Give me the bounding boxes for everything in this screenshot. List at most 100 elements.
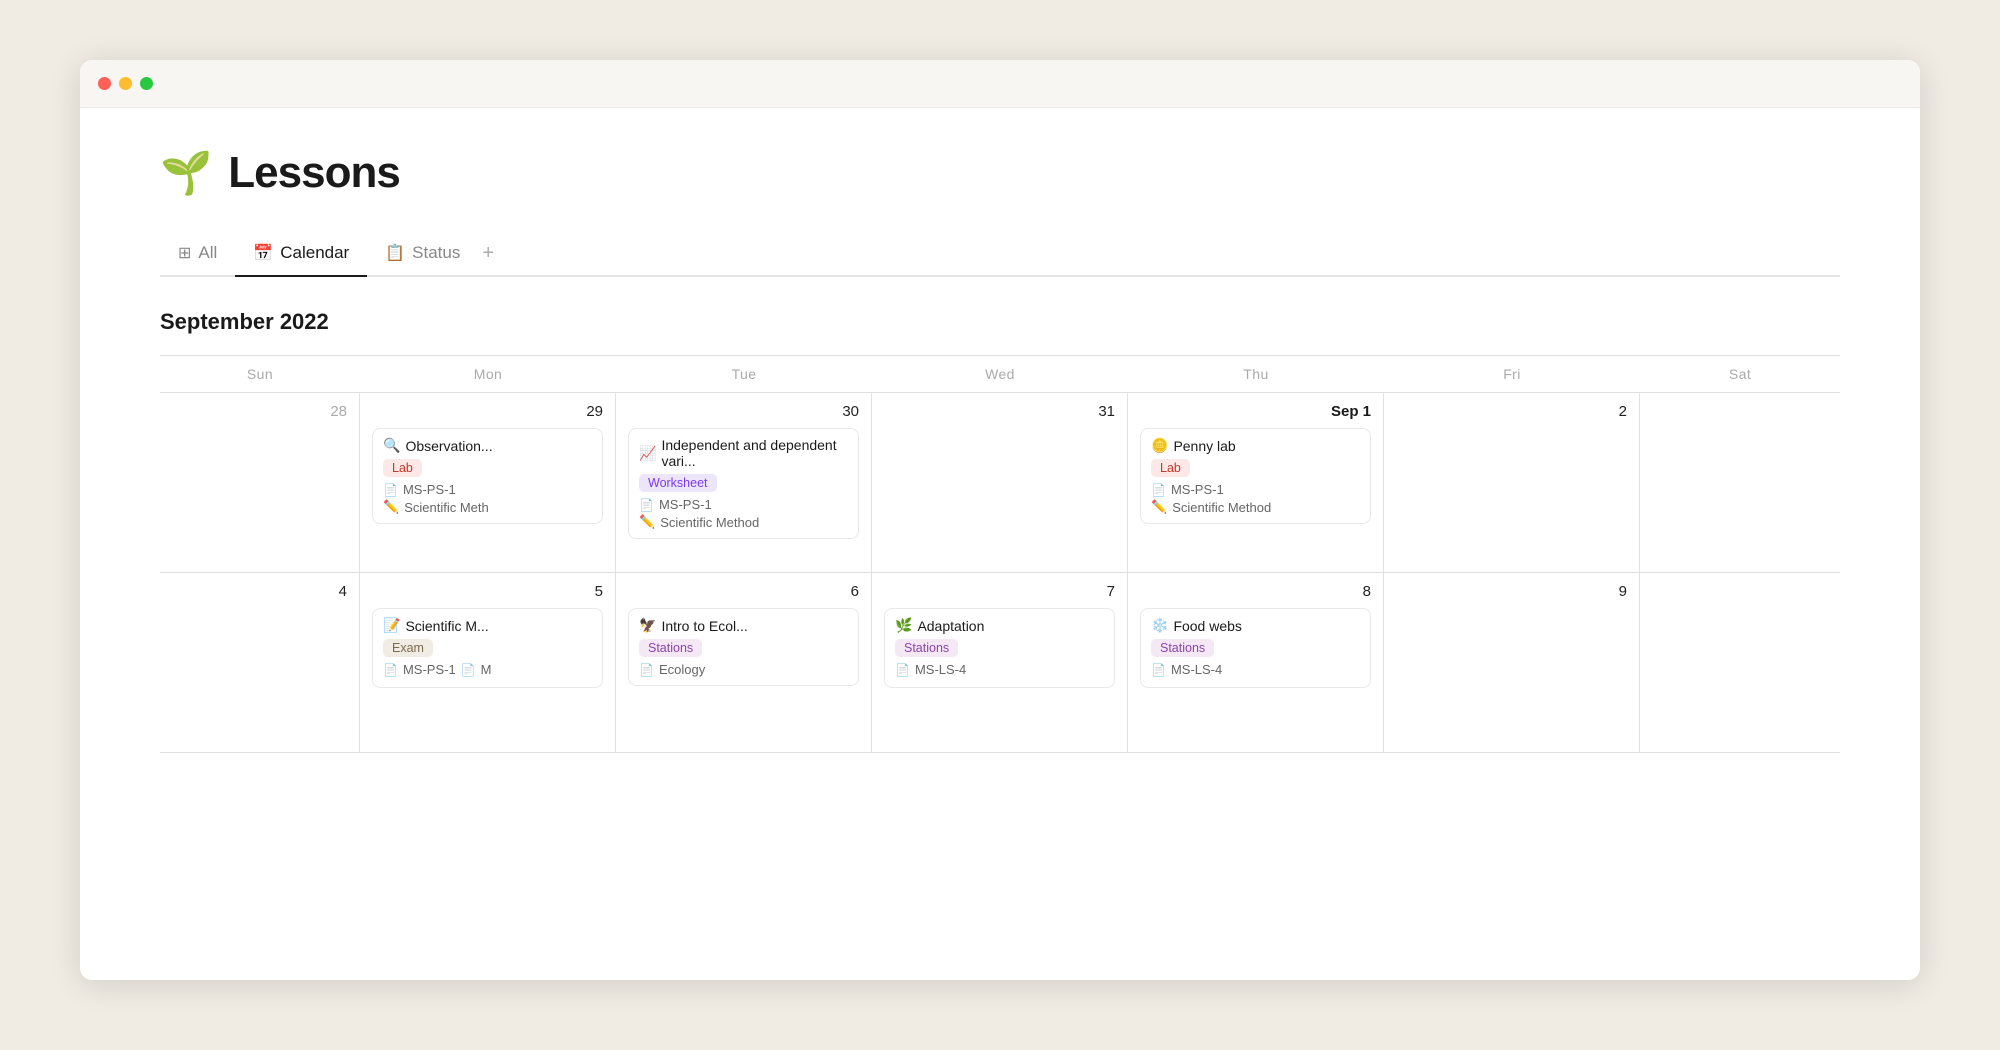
adaptation-standard-text: MS-LS-4: [915, 662, 966, 677]
scientific-method-standards: 📄 MS-PS-1 📄 M: [383, 662, 592, 677]
minimize-button[interactable]: [119, 77, 132, 90]
cell-aug30[interactable]: 30 📈 Independent and dependent vari... W…: [616, 393, 872, 572]
pencil-icon-penny: ✏️: [1151, 499, 1167, 515]
date-sep5: 5: [372, 583, 603, 600]
observation-badge: Lab: [383, 459, 422, 477]
independent-standard-text: MS-PS-1: [659, 497, 712, 512]
cell-sep5[interactable]: 5 📝 Scientific M... Exam 📄 MS-PS-1 📄: [360, 573, 616, 752]
status-icon: 📋: [385, 243, 405, 263]
doc-icon-penny: 📄: [1151, 483, 1166, 497]
pennylab-standard: 📄 MS-PS-1: [1151, 482, 1360, 497]
cell-sep8[interactable]: 8 ❄️ Food webs Stations 📄 MS-LS-4: [1128, 573, 1384, 752]
intro-ecology-unit-text: Ecology: [659, 662, 705, 677]
intro-ecology-title-text: Intro to Ecol...: [661, 618, 747, 634]
tab-status-label: Status: [412, 243, 460, 263]
calendar-icon: 📅: [253, 243, 273, 263]
date-sep7: 7: [884, 583, 1115, 600]
cell-aug31[interactable]: 31: [872, 393, 1128, 572]
pencil-icon-obs: ✏️: [383, 499, 399, 515]
pennylab-emoji: 🪙: [1151, 437, 1168, 454]
event-independent[interactable]: 📈 Independent and dependent vari... Work…: [628, 428, 859, 539]
intro-ecology-emoji: 🦅: [639, 617, 656, 634]
cell-aug29[interactable]: 29 🔍 Observation... Lab 📄 MS-PS-1: [360, 393, 616, 572]
all-icon: ⊞: [178, 243, 191, 263]
pencil-icon-ind: ✏️: [639, 514, 655, 530]
day-header-thu: Thu: [1128, 356, 1384, 392]
adaptation-emoji: 🌿: [895, 617, 912, 634]
intro-ecology-unit: 📄 Ecology: [639, 662, 848, 677]
calendar-grid: Sun Mon Tue Wed Thu Fri Sat 28 29: [160, 355, 1840, 753]
independent-unit: ✏️ Scientific Method: [639, 514, 848, 530]
event-observation-title: 🔍 Observation...: [383, 437, 592, 454]
event-adaptation[interactable]: 🌿 Adaptation Stations 📄 MS-LS-4: [884, 608, 1115, 688]
month-title: September 2022: [160, 309, 1840, 335]
tab-all[interactable]: ⊞ All: [160, 235, 235, 277]
day-header-tue: Tue: [616, 356, 872, 392]
date-sep8: 8: [1140, 583, 1371, 600]
cell-sep4[interactable]: 4: [160, 573, 360, 752]
cell-aug28[interactable]: 28: [160, 393, 360, 572]
tab-calendar[interactable]: 📅 Calendar: [235, 235, 367, 277]
observation-standard: 📄 MS-PS-1: [383, 482, 592, 497]
titlebar: [80, 60, 1920, 108]
event-scientific-method-title: 📝 Scientific M...: [383, 617, 592, 634]
app-header: 🌱 Lessons: [160, 148, 1840, 198]
pennylab-title-text: Penny lab: [1173, 438, 1235, 454]
doc-icon-adapt: 📄: [895, 663, 910, 677]
doc-icon-ie: 📄: [639, 663, 654, 677]
event-observation[interactable]: 🔍 Observation... Lab 📄 MS-PS-1 ✏️ Sc: [372, 428, 603, 524]
day-header-mon: Mon: [360, 356, 616, 392]
food-webs-standard-text: MS-LS-4: [1171, 662, 1222, 677]
tab-bar: ⊞ All 📅 Calendar 📋 Status +: [160, 234, 1840, 277]
date-sep4: 4: [172, 583, 347, 600]
scientific-method-badge: Exam: [383, 639, 433, 657]
cell-sep9[interactable]: 9: [1384, 573, 1640, 752]
cell-sat-row1[interactable]: [1640, 393, 1840, 572]
date-aug31: 31: [884, 403, 1115, 420]
independent-standard: 📄 MS-PS-1: [639, 497, 848, 512]
pennylab-badge: Lab: [1151, 459, 1190, 477]
tab-status[interactable]: 📋 Status: [367, 235, 478, 277]
doc-icon-sm: 📄: [383, 663, 398, 677]
main-window: 🌱 Lessons ⊞ All 📅 Calendar 📋 Status + Se…: [80, 60, 1920, 980]
cell-sat-row2[interactable]: [1640, 573, 1840, 752]
scientific-method-title-text: Scientific M...: [405, 618, 488, 634]
doc-icon-fw: 📄: [1151, 663, 1166, 677]
scientific-method-standard-text: MS-PS-1: [403, 662, 456, 677]
day-header-fri: Fri: [1384, 356, 1640, 392]
date-aug29: 29: [372, 403, 603, 420]
food-webs-standard: 📄 MS-LS-4: [1151, 662, 1360, 677]
adaptation-title-text: Adaptation: [917, 618, 984, 634]
adaptation-standard: 📄 MS-LS-4: [895, 662, 1104, 677]
observation-title-text: Observation...: [405, 438, 492, 454]
cell-sep7[interactable]: 7 🌿 Adaptation Stations 📄 MS-LS-4: [872, 573, 1128, 752]
event-intro-ecology-title: 🦅 Intro to Ecol...: [639, 617, 848, 634]
date-sep9: 9: [1396, 583, 1627, 600]
add-view-button[interactable]: +: [478, 234, 506, 277]
event-independent-title: 📈 Independent and dependent vari...: [639, 437, 848, 469]
maximize-button[interactable]: [140, 77, 153, 90]
adaptation-badge: Stations: [895, 639, 958, 657]
event-food-webs[interactable]: ❄️ Food webs Stations 📄 MS-LS-4: [1140, 608, 1371, 688]
date-sep1: Sep 1: [1140, 403, 1371, 420]
doc-icon-sm2: 📄: [461, 663, 476, 677]
event-adaptation-title: 🌿 Adaptation: [895, 617, 1104, 634]
cell-sep2[interactable]: 2: [1384, 393, 1640, 572]
event-food-webs-title: ❄️ Food webs: [1151, 617, 1360, 634]
event-pennylab-title: 🪙 Penny lab: [1151, 437, 1360, 454]
event-scientific-method[interactable]: 📝 Scientific M... Exam 📄 MS-PS-1 📄 M: [372, 608, 603, 688]
cell-sep6[interactable]: 6 🦅 Intro to Ecol... Stations 📄 Ecology: [616, 573, 872, 752]
cell-sep1[interactable]: Sep 1 🪙 Penny lab Lab 📄 MS-PS-1: [1128, 393, 1384, 572]
date-aug30: 30: [628, 403, 859, 420]
event-intro-ecology[interactable]: 🦅 Intro to Ecol... Stations 📄 Ecology: [628, 608, 859, 686]
day-header-sun: Sun: [160, 356, 360, 392]
calendar-header: Sun Mon Tue Wed Thu Fri Sat: [160, 356, 1840, 393]
pennylab-unit-text: Scientific Method: [1172, 500, 1271, 515]
date-sep6: 6: [628, 583, 859, 600]
close-button[interactable]: [98, 77, 111, 90]
doc-icon-obs: 📄: [383, 483, 398, 497]
independent-unit-text: Scientific Method: [660, 515, 759, 530]
food-webs-title-text: Food webs: [1173, 618, 1241, 634]
food-webs-badge: Stations: [1151, 639, 1214, 657]
event-pennylab[interactable]: 🪙 Penny lab Lab 📄 MS-PS-1 ✏️ Scienti: [1140, 428, 1371, 524]
